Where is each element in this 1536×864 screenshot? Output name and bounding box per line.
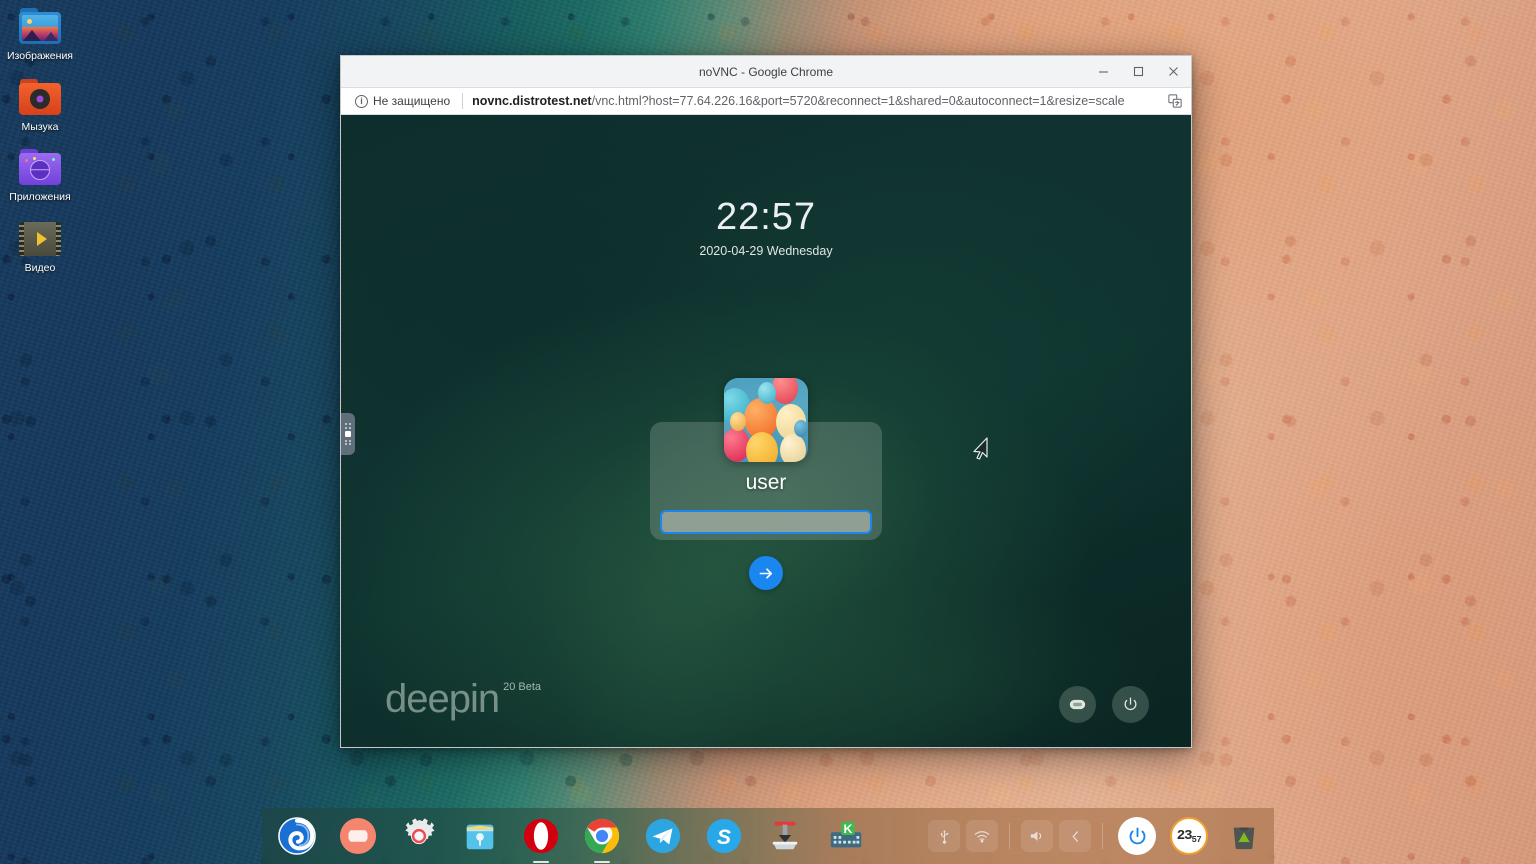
window-title: noVNC - Google Chrome xyxy=(698,64,834,79)
address-divider xyxy=(462,93,464,109)
telegram-icon xyxy=(645,818,681,854)
desktop-icon-list: Изображения Мызука Приложения Видео xyxy=(0,6,80,288)
login-username: user xyxy=(745,471,787,494)
arrow-right-icon xyxy=(759,567,772,579)
power-icon xyxy=(1129,827,1145,844)
svg-text:K: K xyxy=(843,822,852,836)
security-label: Не защищено xyxy=(373,94,451,108)
url-host: novnc.distrotest.net xyxy=(472,94,592,108)
minimize-icon xyxy=(1099,71,1108,73)
gear-icon xyxy=(405,818,435,845)
keyboard-k-icon: K xyxy=(830,821,862,848)
desktop-icon-label: Приложения xyxy=(9,191,71,203)
dock-item-installer[interactable] xyxy=(764,815,806,857)
login-submit-button[interactable] xyxy=(749,556,783,590)
greeter-actions xyxy=(1059,686,1149,723)
dock-item-skype[interactable]: S xyxy=(703,815,745,857)
tray-divider xyxy=(1009,823,1010,849)
chevron-left-icon xyxy=(1072,830,1078,842)
movie-icon xyxy=(339,817,377,855)
usb-icon xyxy=(940,829,948,844)
info-circle-icon: i xyxy=(355,94,368,108)
desktop-icon-label: Мызука xyxy=(21,120,59,133)
site-security-chip[interactable]: i Не защищено xyxy=(347,94,456,108)
dock-item-chrome[interactable] xyxy=(581,815,623,863)
dock-trash[interactable] xyxy=(1224,816,1264,856)
deepin-branding: deepin 20 Beta xyxy=(385,679,541,719)
mouse-cursor xyxy=(973,437,988,460)
package-install-icon xyxy=(772,821,798,850)
keyboard-layout-button[interactable] xyxy=(1059,686,1096,723)
deepin-version-text: 20 Beta xyxy=(503,681,542,693)
dock-item-deepin-movie[interactable] xyxy=(337,815,379,857)
svg-text:S: S xyxy=(717,826,731,849)
trash-icon xyxy=(1233,827,1255,850)
desktop-icon-video[interactable]: Видео xyxy=(0,218,80,275)
speaker-icon xyxy=(1030,831,1042,841)
minimize-button[interactable] xyxy=(1086,56,1121,87)
network-tray-icon[interactable] xyxy=(966,820,998,852)
password-input[interactable] xyxy=(660,510,872,534)
desktop-icon-label: Видео xyxy=(24,261,56,274)
usb-tray-icon[interactable] xyxy=(928,820,960,852)
dock-item-control-center[interactable] xyxy=(398,815,440,857)
deepin-logo-text: deepin xyxy=(385,677,500,721)
desktop-icon-pictures[interactable]: Изображения xyxy=(0,6,80,63)
wifi-icon xyxy=(974,830,990,843)
file-manager-icon xyxy=(466,824,494,850)
maximize-button[interactable] xyxy=(1121,56,1156,87)
avatar[interactable] xyxy=(724,378,808,462)
applications-folder-icon xyxy=(18,147,62,187)
pictures-folder-icon xyxy=(18,6,62,46)
close-icon xyxy=(1169,67,1178,76)
window-controls xyxy=(1086,56,1191,87)
dock-item-file-manager[interactable] xyxy=(459,815,501,857)
dock-item-opera[interactable] xyxy=(520,815,562,863)
chrome-browser-window: noVNC - Google Chrome i Не защищено novn… xyxy=(340,55,1192,748)
maximize-icon xyxy=(1133,66,1144,77)
power-icon xyxy=(1124,697,1137,711)
greeter-time: 22:57 xyxy=(715,196,817,238)
tray-divider xyxy=(1102,823,1103,849)
dock-app-list: S K xyxy=(262,815,867,863)
close-button[interactable] xyxy=(1156,56,1191,87)
video-folder-icon xyxy=(18,218,62,258)
tray-expand-button[interactable] xyxy=(1059,820,1091,852)
greeter-clock: 22:57 2020-04-29 Wednesday xyxy=(341,195,1191,258)
deepin-spiral-icon xyxy=(278,817,316,855)
dock-item-deepin-launcher[interactable] xyxy=(276,815,318,857)
desktop-icon-label: Изображения xyxy=(7,50,73,62)
opera-icon xyxy=(523,818,559,854)
clock-minutes: 57 xyxy=(1191,835,1202,845)
desktop-icon-music[interactable]: Мызука xyxy=(0,77,80,134)
dock-power-button[interactable] xyxy=(1118,817,1156,855)
taskbar-dock: S K 23 57 xyxy=(262,808,1274,864)
novnc-panel-handle[interactable] xyxy=(341,413,355,455)
skype-icon: S xyxy=(706,818,742,854)
address-input[interactable]: novnc.distrotest.net/vnc.html?host=77.64… xyxy=(472,94,1159,108)
keyboard-icon xyxy=(1069,699,1086,710)
system-tray: 23 57 xyxy=(928,816,1274,856)
greeter-date: 2020-04-29 Wednesday xyxy=(699,244,833,258)
chrome-titlebar[interactable]: noVNC - Google Chrome xyxy=(341,56,1191,87)
novnc-viewport[interactable]: 22:57 2020-04-29 Wednesday user deepin 2… xyxy=(341,115,1191,747)
clock-hours: 23 xyxy=(1176,827,1193,844)
dock-item-telegram[interactable] xyxy=(642,815,684,857)
desktop-icon-applications[interactable]: Приложения xyxy=(0,147,80,204)
dock-clock[interactable]: 23 57 xyxy=(1170,817,1208,855)
chrome-icon xyxy=(584,818,620,854)
running-indicator xyxy=(594,861,610,863)
running-indicator xyxy=(533,861,549,863)
url-path: /vnc.html?host=77.64.226.16&port=5720&re… xyxy=(591,94,1125,108)
dock-item-virtual-keyboard[interactable]: K xyxy=(825,815,867,857)
music-folder-icon xyxy=(18,77,62,117)
greeter-power-button[interactable] xyxy=(1112,686,1149,723)
volume-tray-icon[interactable] xyxy=(1021,820,1053,852)
desktop: Изображения Мызука Приложения Видео noVN… xyxy=(0,0,1536,864)
chrome-address-bar[interactable]: i Не защищено novnc.distrotest.net/vnc.h… xyxy=(341,87,1191,115)
translate-icon[interactable] xyxy=(1165,91,1185,111)
